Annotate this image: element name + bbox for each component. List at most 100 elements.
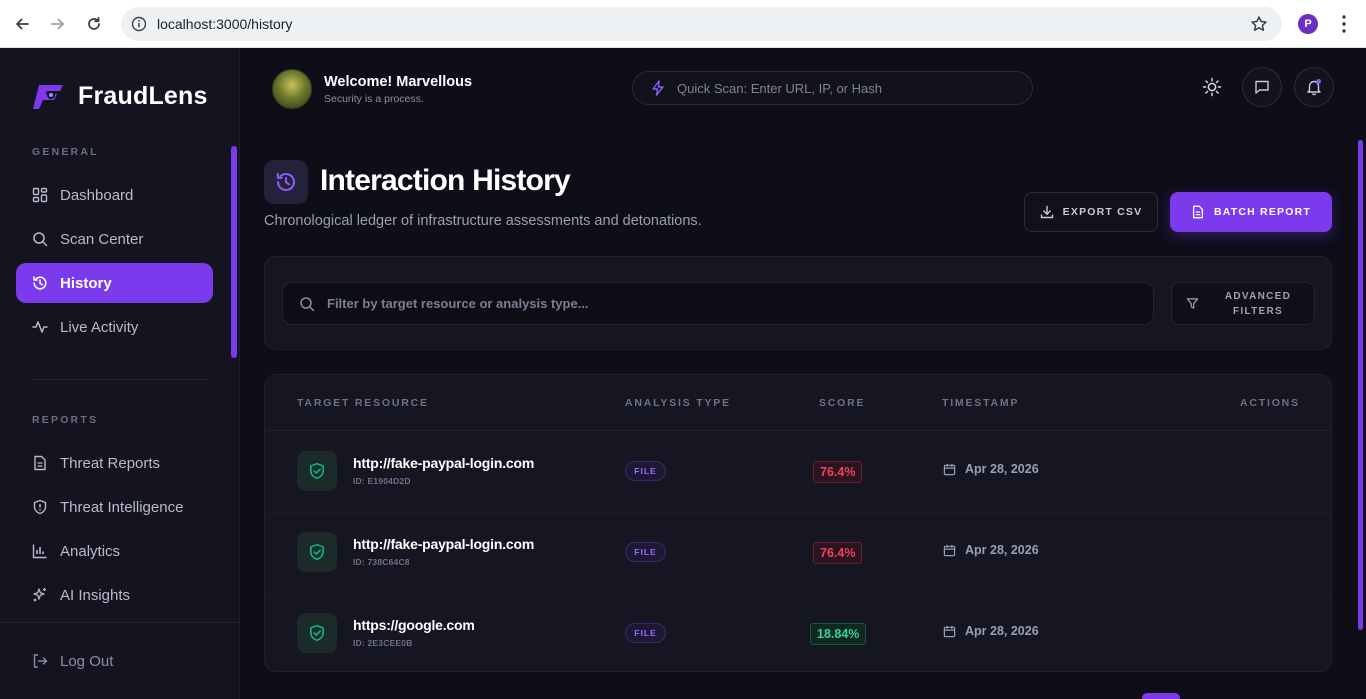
timestamp-text: Apr 28, 2026 [965,462,1039,476]
bookmark-star-icon[interactable] [1250,15,1268,33]
logout-label: Log Out [60,652,114,670]
search-icon [300,297,315,312]
sidebar-item-history[interactable]: History [16,263,213,303]
timestamp: Apr 28, 2026 [943,543,1039,557]
messages-button[interactable] [1242,67,1282,107]
forward-button[interactable] [46,12,70,36]
notifications-button[interactable] [1294,67,1334,107]
sidebar-item-ai-insights[interactable]: AI Insights [16,575,213,615]
batch-report-button[interactable]: BATCH REPORT [1170,192,1332,232]
site-info-icon[interactable] [131,16,147,32]
batch-report-label: BATCH REPORT [1213,206,1312,218]
scan-id: ID: E1904D2D [353,476,411,486]
sidebar-item-threat-reports[interactable]: Threat Reports [16,443,213,483]
activity-icon [32,321,48,333]
url-text: localhost:3000/history [157,16,293,32]
shield-check-icon [297,532,337,572]
timestamp-text: Apr 28, 2026 [965,543,1039,557]
advanced-filters-button[interactable]: ADVANCED FILTERS [1171,282,1315,325]
bar-chart-icon [32,544,47,559]
arrow-right-icon [51,18,64,30]
user-avatar[interactable] [272,69,312,109]
advanced-filters-label: ADVANCED FILTERS [1224,290,1292,317]
history-title-badge [264,160,308,204]
download-icon [1040,205,1053,219]
sidebar-item-label: Threat Intelligence [60,498,184,516]
sidebar-item-label: Scan Center [60,230,144,248]
browser-menu-button[interactable] [1336,12,1352,41]
welcome-text: Welcome! Marvellous [324,73,473,90]
sidebar-item-label: AI Insights [60,586,131,604]
sidebar-divider [32,379,208,380]
calendar-icon [943,625,956,637]
target-url[interactable]: https://google.com [353,617,475,633]
shield-check-icon [297,451,337,491]
sidebar-item-scan-center[interactable]: Scan Center [16,219,213,259]
sidebar-footer-divider [0,622,239,623]
score-badge: 76.4% [813,542,863,564]
sidebar-item-threat-intelligence[interactable]: Threat Intelligence [16,487,213,527]
search-icon [33,232,48,247]
sidebar-scrollbar[interactable] [231,146,237,358]
analysis-type-badge: FILE [625,623,666,643]
column-header-timestamp: TIMESTAMP [942,397,1020,409]
back-button[interactable] [10,12,34,36]
pagination-button[interactable] [1142,693,1180,699]
grid-icon [32,187,48,203]
table-row[interactable]: http://fake-paypal-login.com ID: E1904D2… [265,431,1331,512]
sidebar-item-live-activity[interactable]: Live Activity [16,307,213,347]
sidebar-item-label: Live Activity [60,318,139,336]
sparkles-icon [33,588,46,602]
scan-id: ID: 738C64C8 [353,557,410,567]
fraudlens-logo-icon [33,84,63,109]
browser-chrome: localhost:3000/history P [0,0,1366,48]
filter-input[interactable] [327,283,1127,324]
column-header-actions: ACTIONS [1240,397,1300,409]
export-csv-label: EXPORT CSV [1062,206,1143,218]
timestamp-text: Apr 28, 2026 [965,624,1039,638]
sidebar-item-label: Threat Reports [60,454,161,472]
table-row[interactable]: http://fake-paypal-login.com ID: 738C64C… [265,512,1331,593]
analysis-type-badge: FILE [625,542,666,562]
history-table: TARGET RESOURCE ANALYSIS TYPE SCORE TIME… [264,374,1332,672]
document-icon [34,455,46,471]
target-url[interactable]: http://fake-paypal-login.com [353,536,534,552]
column-header-target: TARGET RESOURCE [297,397,429,409]
score-badge: 76.4% [813,461,863,483]
sidebar-item-label: Dashboard [60,186,134,204]
user-greeting: Welcome! Marvellous Security is a proces… [272,69,472,109]
calendar-icon [943,544,956,556]
column-header-score: SCORE [819,397,866,409]
scan-id: ID: 2E3CEE0B [353,638,413,648]
shield-check-icon [297,613,337,653]
arrow-left-icon [16,18,29,30]
target-url[interactable]: http://fake-paypal-login.com [353,455,534,471]
filter-search-box[interactable] [282,282,1154,325]
section-label-general: GENERAL [32,146,99,158]
analysis-type-badge: FILE [625,461,666,481]
bell-icon [1307,79,1321,96]
logout-icon [33,654,48,668]
filter-panel: ADVANCED FILTERS [264,256,1332,350]
table-row[interactable]: https://google.com ID: 2E3CEE0B FILE 18.… [265,593,1331,671]
sidebar-item-dashboard[interactable]: Dashboard [16,175,213,215]
address-bar[interactable]: localhost:3000/history [121,7,1282,41]
logout-button[interactable]: Log Out [16,641,213,681]
export-csv-button[interactable]: EXPORT CSV [1024,192,1158,232]
main-scrollbar[interactable] [1358,140,1363,630]
brand-name: FraudLens [78,82,208,110]
timestamp: Apr 28, 2026 [943,462,1039,476]
theme-toggle-button[interactable] [1192,67,1232,107]
history-icon [33,276,47,290]
sidebar-item-analytics[interactable]: Analytics [16,531,213,571]
calendar-icon [943,463,956,475]
chat-icon [1255,80,1269,94]
page-title: Interaction History [320,164,571,197]
brand[interactable]: FraudLens [32,82,208,111]
bolt-icon [652,80,664,96]
quick-scan-bar[interactable] [632,71,1033,105]
reload-button[interactable] [82,12,106,36]
profile-avatar[interactable]: P [1298,14,1318,34]
quick-scan-input[interactable] [677,72,1017,104]
document-icon [1192,205,1203,219]
